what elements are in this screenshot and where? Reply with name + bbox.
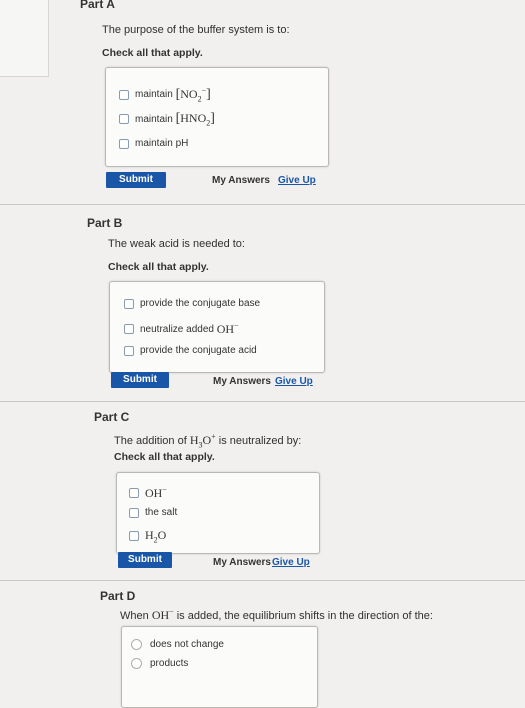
part-a-prompt: The purpose of the buffer system is to: [102,24,290,36]
part-a-option-1[interactable]: maintain [NO2−] [119,86,211,103]
part-b-give-up-link[interactable]: Give Up [275,376,313,387]
part-a-my-answers-link[interactable]: My Answers [212,175,270,186]
part-b-title: Part B [87,216,123,230]
part-c-option-3[interactable]: H2O [129,528,166,544]
checkbox[interactable] [119,138,129,149]
part-c-prompt: The addition of H3O+ is neutralized by: [114,432,302,450]
checkbox[interactable] [124,345,134,356]
part-d-options-box: does not change products [121,626,318,708]
checkbox[interactable] [124,324,134,334]
part-c-options-box: OH− the salt H2O [116,472,320,554]
divider [0,580,525,581]
part-b-options-box: provide the conjugate base neutralize ad… [109,281,325,373]
h3o-plus-formula: H3O+ [189,432,216,450]
part-b-my-answers-link[interactable]: My Answers [213,376,271,387]
part-c-submit-button[interactable]: Submit [118,552,172,568]
part-d-option-2[interactable]: products [131,658,188,669]
radio-button[interactable] [131,658,142,669]
no2-minus-formula: NO2− [180,86,207,104]
part-d-option-1[interactable]: does not change [131,639,224,650]
part-b-instruction: Check all that apply. [108,261,209,273]
left-panel [0,0,49,77]
part-b-option-2[interactable]: neutralize added OH− [124,321,239,337]
checkbox[interactable] [119,114,129,125]
part-a-give-up-link[interactable]: Give Up [278,175,316,186]
part-c-give-up-link[interactable]: Give Up [272,557,310,568]
divider [0,401,525,402]
part-c-instruction: Check all that apply. [114,451,215,463]
radio-button[interactable] [131,639,142,650]
part-b-submit-button[interactable]: Submit [111,372,169,388]
part-c-option-1[interactable]: OH− [129,485,167,501]
part-a-title: Part A [80,0,115,11]
part-c-title: Part C [94,410,130,424]
part-c-option-2[interactable]: the salt [129,507,177,518]
part-a-submit-button[interactable]: Submit [106,172,166,188]
checkbox[interactable] [129,507,139,518]
checkbox[interactable] [124,298,134,309]
oh-minus-formula: OH− [151,607,174,622]
part-d-title: Part D [100,589,136,603]
part-d-prompt: When OH− is added, the equilibrium shift… [120,607,433,622]
oh-minus-formula: OH− [216,321,239,336]
divider [0,204,525,205]
part-b-prompt: The weak acid is needed to: [108,238,245,250]
hno2-formula: HNO2 [180,111,211,128]
part-a-instruction: Check all that apply. [102,47,203,59]
part-b-option-3[interactable]: provide the conjugate acid [124,345,257,356]
checkbox[interactable] [129,531,139,542]
part-a-options-box: maintain [NO2−] maintain [HNO2] maintain… [105,67,329,167]
part-a-option-3[interactable]: maintain pH [119,138,188,149]
part-a-option-2[interactable]: maintain [HNO2] [119,111,215,127]
part-c-my-answers-link[interactable]: My Answers [213,557,271,568]
checkbox[interactable] [119,89,129,100]
part-b-option-1[interactable]: provide the conjugate base [124,298,260,309]
checkbox[interactable] [129,488,139,498]
